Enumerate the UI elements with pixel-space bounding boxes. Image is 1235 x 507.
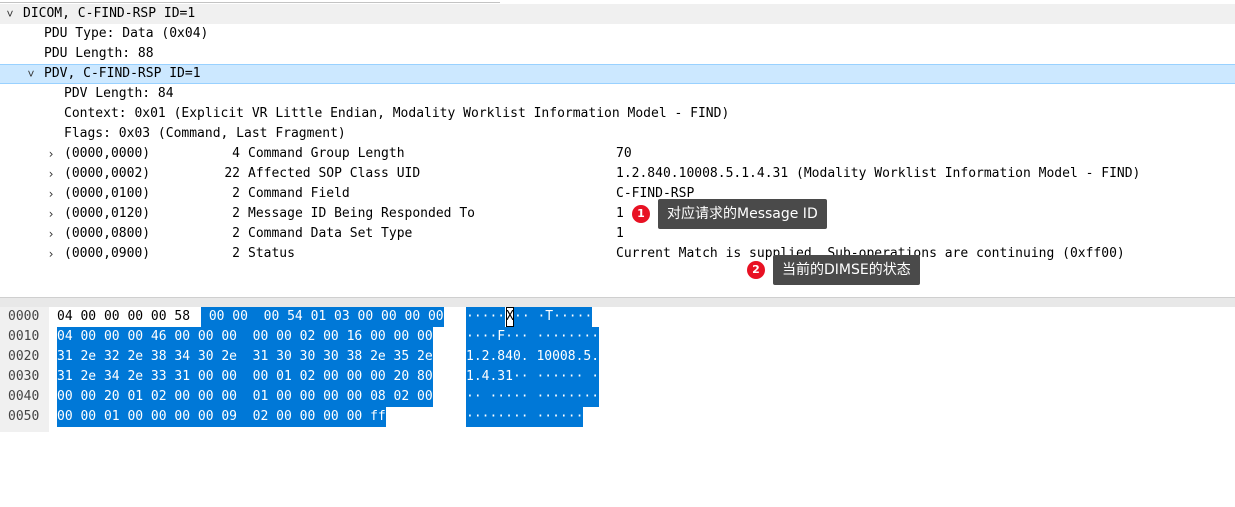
tree-row-label: PDU Length: 88 <box>44 46 154 61</box>
element-length: 2 <box>232 206 240 221</box>
tree-row-dicom[interactable]: ˅ DICOM, C-FIND-RSP ID=1 <box>0 4 1235 24</box>
chevron-right-icon[interactable]: › <box>45 184 57 204</box>
hex-bytes-unselected: 04 00 00 00 00 58 <box>57 309 191 324</box>
tree-row-element[interactable]: › (0000,0120) 2 Message ID Being Respond… <box>0 204 1235 224</box>
tree-row-element[interactable]: › (0000,0800) 2 Command Data Set Type 1 <box>0 224 1235 244</box>
tree-row-pdu-length[interactable]: PDU Length: 88 <box>0 44 1235 64</box>
hex-offset: 0030 <box>8 369 40 384</box>
element-length: 2 <box>232 246 240 261</box>
element-name: Command Field <box>248 186 350 201</box>
ascii-cursor-byte: X <box>506 307 514 327</box>
hex-row[interactable]: 0050 00 00 01 00 00 00 00 09 02 00 00 00… <box>0 407 584 427</box>
tree-row-flags[interactable]: Flags: 0x03 (Command, Last Fragment) <box>0 124 1235 144</box>
hex-bytes-selected: 31 2e 34 2e 33 31 00 00 00 01 02 00 00 0… <box>57 367 433 387</box>
element-value: 70 <box>616 146 632 161</box>
tree-row-label: DICOM, C-FIND-RSP ID=1 <box>23 6 196 21</box>
ascii-bytes-selected: ····· <box>466 307 506 327</box>
ascii-bytes-selected: 1.4.31·· ······ · <box>466 367 600 387</box>
hex-row[interactable]: 0040 00 00 20 01 02 00 00 00 01 00 00 00… <box>0 387 600 407</box>
element-value: 1 <box>616 226 624 241</box>
tree-row-label: Flags: 0x03 (Command, Last Fragment) <box>64 126 346 141</box>
hex-row[interactable]: 0000 04 00 00 00 00 58 00 00 00 54 01 03… <box>0 307 593 327</box>
tree-row-label: PDV Length: 84 <box>64 86 174 101</box>
hex-bytes-selected: 00 00 20 01 02 00 00 00 01 00 00 00 00 0… <box>57 387 433 407</box>
element-length: 4 <box>232 146 240 161</box>
chevron-right-icon[interactable]: › <box>45 204 57 224</box>
element-length: 2 <box>232 226 240 241</box>
chevron-right-icon[interactable]: › <box>45 244 57 264</box>
element-tag: (0000,0120) <box>64 206 151 221</box>
hex-row[interactable]: 0020 31 2e 32 2e 38 34 30 2e 31 30 30 30… <box>0 347 600 367</box>
chevron-right-icon[interactable]: › <box>45 224 57 244</box>
annotation-tooltip-2: 当前的DIMSE的状态 <box>773 255 920 285</box>
tree-row-label: PDU Type: Data (0x04) <box>44 26 209 41</box>
element-tag: (0000,0800) <box>64 226 151 241</box>
ascii-bytes-selected: ········ ······ <box>466 407 584 427</box>
packet-details-pane: ˅ DICOM, C-FIND-RSP ID=1 PDU Type: Data … <box>0 0 1235 297</box>
annotation-badge-2: 2 <box>747 261 765 279</box>
hex-bytes-selected: 04 00 00 00 46 00 00 00 00 00 02 00 16 0… <box>57 327 433 347</box>
element-name: Affected SOP Class UID <box>248 166 421 181</box>
hex-bytes-selected: 00 00 00 54 01 03 00 00 00 00 <box>201 307 444 327</box>
tree-row-pdv[interactable]: ˅ PDV, C-FIND-RSP ID=1 <box>0 64 1235 84</box>
element-tag: (0000,0100) <box>64 186 151 201</box>
clipped-previous-row <box>0 0 500 3</box>
element-tag: (0000,0900) <box>64 246 151 261</box>
chevron-right-icon[interactable]: › <box>45 164 57 184</box>
tree-row-element[interactable]: › (0000,0100) 2 Command Field C-FIND-RSP <box>0 184 1235 204</box>
ascii-bytes-selected: 1.2.840. 10008.5. <box>466 347 600 367</box>
hex-offset: 0040 <box>8 389 40 404</box>
tree-row-label: PDV, C-FIND-RSP ID=1 <box>44 66 201 81</box>
element-tag: (0000,0000) <box>64 146 151 161</box>
tree-row-element[interactable]: › (0000,0002) 22 Affected SOP Class UID … <box>0 164 1235 184</box>
tree-row-element[interactable]: › (0000,0000) 4 Command Group Length 70 <box>0 144 1235 164</box>
element-value: 1 <box>616 206 624 221</box>
element-tag: (0000,0002) <box>64 166 151 181</box>
hex-row[interactable]: 0010 04 00 00 00 46 00 00 00 00 00 02 00… <box>0 327 600 347</box>
annotation-tooltip-1: 对应请求的Message ID <box>658 199 827 229</box>
hex-bytes-selected: 31 2e 32 2e 38 34 30 2e 31 30 30 30 38 2… <box>57 347 433 367</box>
hex-offset: 0000 <box>8 309 40 324</box>
element-length: 2 <box>232 186 240 201</box>
hex-offset: 0010 <box>8 329 40 344</box>
packet-bytes-pane: 0000 04 00 00 00 00 58 00 00 00 54 01 03… <box>0 307 1235 432</box>
tree-row-label: Context: 0x01 (Explicit VR Little Endian… <box>64 106 730 121</box>
ascii-bytes-selected: ·· ·T····· <box>514 307 593 327</box>
element-length: 22 <box>224 166 240 181</box>
element-name: Message ID Being Responded To <box>248 206 475 221</box>
chevron-down-icon[interactable]: ˅ <box>25 64 37 84</box>
tree-row-pdu-type[interactable]: PDU Type: Data (0x04) <box>0 24 1235 44</box>
hex-row[interactable]: 0030 31 2e 34 2e 33 31 00 00 00 01 02 00… <box>0 367 600 387</box>
annotation-badge-1: 1 <box>632 205 650 223</box>
element-name: Command Data Set Type <box>248 226 413 241</box>
element-name: Command Group Length <box>248 146 405 161</box>
element-value: 1.2.840.10008.5.1.4.31 (Modality Worklis… <box>616 166 1141 181</box>
hex-offset: 0020 <box>8 349 40 364</box>
element-name: Status <box>248 246 295 261</box>
chevron-right-icon[interactable]: › <box>45 144 57 164</box>
tree-row-pdv-length[interactable]: PDV Length: 84 <box>0 84 1235 104</box>
tree-row-element[interactable]: › (0000,0900) 2 Status Current Match is … <box>0 244 1235 264</box>
hex-offset: 0050 <box>8 409 40 424</box>
ascii-bytes-selected: ····F··· ········ <box>466 327 600 347</box>
hex-bytes-selected: 00 00 01 00 00 00 00 09 02 00 00 00 00 f… <box>57 407 386 427</box>
chevron-down-icon[interactable]: ˅ <box>4 4 16 24</box>
ascii-bytes-selected: ·· ····· ········ <box>466 387 600 407</box>
tree-row-context[interactable]: Context: 0x01 (Explicit VR Little Endian… <box>0 104 1235 124</box>
